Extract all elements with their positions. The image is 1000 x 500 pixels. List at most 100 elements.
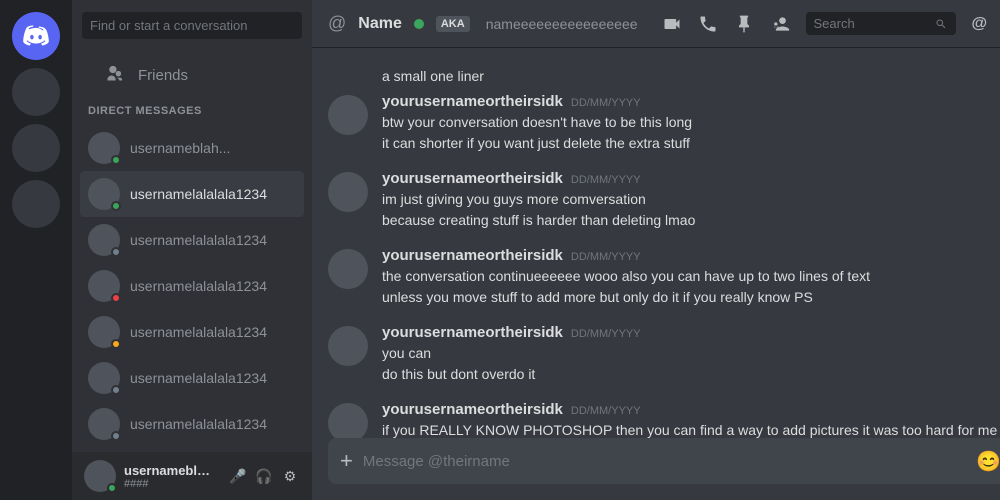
dm-avatar bbox=[88, 132, 120, 164]
dm-list: usernameblah... usernamelalalala1234 usern… bbox=[72, 121, 312, 452]
chat-header: @ Name AKA nameeeeeeeeeeeeeeee @ ? bbox=[312, 0, 1000, 48]
message-group: yourusernameortheirsidk DD/MM/YYYY if you … bbox=[312, 397, 1000, 438]
dm-username: usernamelalalala1234 bbox=[130, 416, 267, 432]
message-input-area: + 😊 bbox=[312, 438, 1000, 500]
current-user-info: usernameblah... #### bbox=[124, 463, 220, 490]
message-avatar bbox=[328, 403, 368, 438]
message-group: yourusernameortheirsidkDD/MM/YYYYyou can… bbox=[312, 320, 1000, 389]
status-dot bbox=[111, 247, 121, 257]
dm-list-item[interactable]: usernamelalalala1234 bbox=[80, 401, 304, 447]
status-dot bbox=[111, 155, 121, 165]
message-username: yourusernameortheirsidk bbox=[382, 324, 563, 341]
status-dot bbox=[111, 431, 121, 441]
message-content: yourusernameortheirsidk DD/MM/YYYY im just… bbox=[382, 170, 1000, 231]
message-header: yourusernameortheirsidk DD/MM/YYYY bbox=[382, 247, 1000, 264]
settings-icon[interactable]: ⚙ bbox=[280, 466, 300, 486]
dm-username: usernameblah... bbox=[130, 140, 230, 156]
message-line: the conversation continueeeeee wooo also… bbox=[382, 266, 1000, 287]
status-dot bbox=[111, 339, 121, 349]
message-header: yourusernameortheirsidk DD/MM/YYYY bbox=[382, 401, 1000, 418]
dm-sidebar: Friends DIRECT MESSAGES usernameblah...u… bbox=[72, 0, 312, 500]
header-aka-badge: AKA bbox=[436, 16, 470, 32]
message-avatar bbox=[328, 326, 368, 366]
server-avatar-2[interactable] bbox=[12, 124, 60, 172]
emoji-button[interactable]: 😊 bbox=[976, 449, 1000, 474]
status-dot bbox=[111, 385, 121, 395]
message-line: if you REALLY KNOW PHOTOSHOP then you ca… bbox=[382, 420, 1000, 438]
dm-list-item[interactable]: usernamelalalala1234 bbox=[80, 309, 304, 355]
dm-list-item[interactable]: usernamelalalala1234 bbox=[80, 355, 304, 401]
message-avatar bbox=[328, 249, 368, 289]
header-nickname: nameeeeeeeeeeeeeeee bbox=[486, 16, 638, 32]
dm-list-item[interactable]: usernamelalalala1234 bbox=[80, 217, 304, 263]
message-content: yourusernameortheirsidk DD/MM/YYYY the con… bbox=[382, 247, 1000, 308]
message-avatar bbox=[328, 95, 368, 135]
mic-icon[interactable]: 🎤 bbox=[228, 466, 248, 486]
message-timestamp: DD/MM/YYYY bbox=[571, 405, 641, 417]
current-user-avatar bbox=[84, 460, 116, 492]
mentions-icon[interactable]: @ bbox=[972, 15, 988, 33]
friends-item[interactable]: Friends bbox=[80, 51, 304, 99]
current-user-status bbox=[107, 483, 117, 493]
message-username: yourusernameortheirsidk bbox=[382, 170, 563, 187]
header-icons: @ ? bbox=[662, 12, 1000, 35]
video-call-icon[interactable] bbox=[662, 14, 682, 34]
friends-label: Friends bbox=[138, 67, 188, 84]
pin-icon[interactable] bbox=[734, 14, 754, 34]
chat-area: @ Name AKA nameeeeeeeeeeeeeeee @ ? bbox=[312, 0, 1000, 500]
dm-avatar bbox=[88, 270, 120, 302]
message-line: btw your conversation doesn't have to be… bbox=[382, 112, 1000, 133]
sidebar-user-bar: usernameblah... #### 🎤 🎧 ⚙ bbox=[72, 452, 312, 500]
message-line: it can shorter if you want just delete t… bbox=[382, 133, 1000, 154]
header-search-input[interactable] bbox=[814, 16, 930, 31]
dm-search-input[interactable] bbox=[82, 12, 302, 39]
dm-avatar bbox=[88, 362, 120, 394]
dm-list-item[interactable]: usernamelalalala1234 bbox=[80, 447, 304, 452]
server-avatar-1[interactable] bbox=[12, 68, 60, 116]
message-content: yourusernameortheirsidkDD/MM/YYYY btw you… bbox=[382, 93, 1000, 154]
message-avatar bbox=[328, 172, 368, 212]
message-group: yourusernameortheirsidk DD/MM/YYYY im just… bbox=[312, 166, 1000, 235]
headset-icon[interactable]: 🎧 bbox=[254, 466, 274, 486]
message-timestamp: DD/MM/YYYY bbox=[571, 251, 641, 263]
dm-username: usernamelalalala1234 bbox=[130, 232, 267, 248]
dm-username: usernamelalalala1234 bbox=[130, 278, 267, 294]
message-line: unless you move stuff to add more but on… bbox=[382, 287, 1000, 308]
dm-username: usernamelalalala1234 bbox=[130, 324, 267, 340]
dm-list-item[interactable]: usernamelalalala1234 bbox=[80, 171, 304, 217]
dm-username: usernamelalalala1234 bbox=[130, 186, 267, 202]
phone-call-icon[interactable] bbox=[698, 14, 718, 34]
header-search-box bbox=[806, 12, 956, 35]
search-icon bbox=[935, 17, 947, 31]
dm-list-item[interactable]: usernameblah... bbox=[80, 125, 304, 171]
discord-home-icon[interactable] bbox=[12, 12, 60, 60]
status-dot bbox=[111, 201, 121, 211]
message-line: because creating stuff is harder than de… bbox=[382, 210, 1000, 231]
current-username: usernameblah... bbox=[124, 463, 214, 478]
dm-list-item[interactable]: usernamelalalala1234 bbox=[80, 263, 304, 309]
dm-avatar bbox=[88, 408, 120, 440]
message-timestamp: DD/MM/YYYY bbox=[571, 328, 641, 340]
server-avatar-3[interactable] bbox=[12, 180, 60, 228]
message-group: yourusernameortheirsidkDD/MM/YYYY btw you… bbox=[312, 89, 1000, 158]
message-content: yourusernameortheirsidkDD/MM/YYYYyou can… bbox=[382, 324, 1000, 385]
message-timestamp: DD/MM/YYYY bbox=[571, 174, 641, 186]
message-content: yourusernameortheirsidk DD/MM/YYYY if you … bbox=[382, 401, 1000, 438]
dm-avatar bbox=[88, 224, 120, 256]
dm-avatar bbox=[88, 316, 120, 348]
message-header: yourusernameortheirsidkDD/MM/YYYY bbox=[382, 93, 1000, 110]
message-input[interactable] bbox=[363, 442, 966, 481]
friends-icon bbox=[96, 59, 128, 91]
status-dot bbox=[111, 293, 121, 303]
message-line: im just giving you guys more comversatio… bbox=[382, 189, 1000, 210]
message-header: yourusernameortheirsidk DD/MM/YYYY bbox=[382, 170, 1000, 187]
add-friend-icon[interactable] bbox=[770, 14, 790, 34]
message-username: yourusernameortheirsidk bbox=[382, 401, 563, 418]
header-status-dot bbox=[414, 19, 424, 29]
message-username: yourusernameortheirsidk bbox=[382, 247, 563, 264]
message-header: yourusernameortheirsidk DD/MM/YYYY bbox=[382, 324, 1000, 341]
server-sidebar bbox=[0, 0, 72, 500]
add-attachment-button[interactable]: + bbox=[340, 438, 353, 484]
message-username: yourusernameortheirsidk bbox=[382, 93, 563, 110]
message-text: a small one liner bbox=[382, 68, 484, 84]
